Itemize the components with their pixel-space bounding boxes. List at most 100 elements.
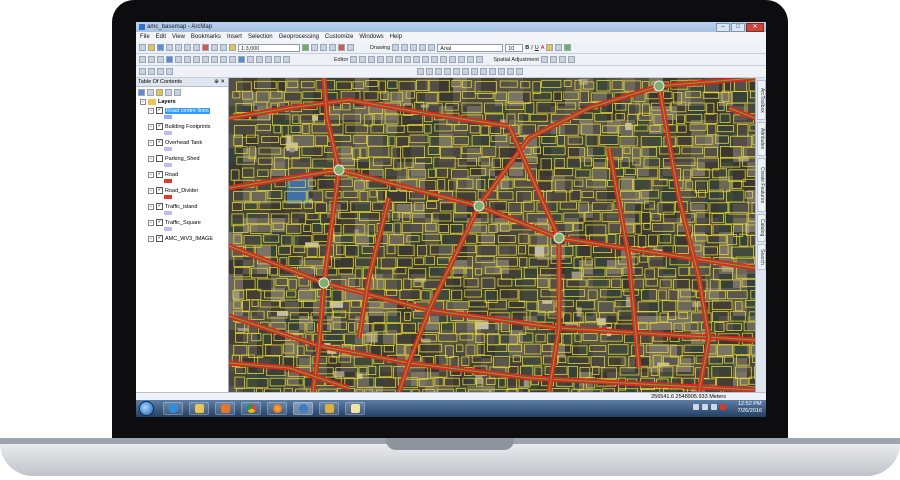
catalog-icon[interactable] [320,44,327,51]
dock-tab-create-features[interactable]: Create Features [757,158,766,212]
layer-visibility-checkbox[interactable]: ✓ [156,203,163,210]
toolbar-tool-icon[interactable] [498,68,505,75]
new-document-icon[interactable] [139,44,146,51]
volume-icon[interactable] [711,404,717,410]
list-by-source-icon[interactable] [147,88,154,96]
taskbar-chrome[interactable] [241,402,261,415]
time-slider-icon[interactable] [283,56,290,63]
start-button[interactable] [139,401,154,416]
toolbar-tool-icon[interactable] [166,68,173,75]
layer-visibility-checkbox[interactable] [156,155,163,162]
reshape-icon[interactable] [413,56,421,63]
minimize-button[interactable]: – [716,23,730,32]
security-icon[interactable] [720,404,726,410]
taskbar-arccatalog[interactable] [319,402,339,415]
layer-name[interactable]: Parking_Shed [165,156,200,162]
layer-visibility-checkbox[interactable]: ✓ [156,107,163,114]
menu-bookmarks[interactable]: Bookmarks [191,32,221,42]
network-icon[interactable] [702,404,708,410]
create-features-icon[interactable] [467,56,475,63]
bold-button[interactable]: B [525,45,529,51]
layer-name[interactable]: Traffic_island [165,204,197,210]
edit-vertices-icon[interactable] [404,56,412,63]
select-elements-icon[interactable] [229,56,236,63]
font-size-select[interactable]: 10 [505,43,524,52]
select-features-icon[interactable] [211,56,218,63]
font-color-button[interactable]: A [541,45,545,51]
toolbar-tool-icon[interactable] [139,68,146,75]
layer-visibility-checkbox[interactable]: ✓ [156,123,163,130]
toc-layer-row[interactable]: − ✓ Road centre lines [148,106,228,115]
collapse-icon[interactable]: − [140,98,146,105]
toolbar-tool-icon[interactable] [489,68,496,75]
dock-tab-attributes[interactable]: Attributes [757,122,766,156]
back-extent-icon[interactable] [193,56,200,63]
toc-layer-row[interactable]: − ✓ Road_Divider [148,186,228,195]
line-color-icon[interactable] [555,44,563,51]
toc-layer-row[interactable]: − Parking_Shed [148,154,228,163]
rotate-icon[interactable] [401,44,409,51]
map-canvas[interactable] [229,78,755,392]
delete-icon[interactable] [202,44,209,51]
layer-name[interactable]: AMC_WV3_IMAGE [165,236,213,242]
toolbar-tool-icon[interactable] [417,68,424,75]
rotate-feature-icon[interactable] [440,56,448,63]
menu-insert[interactable]: Insert [227,32,242,42]
full-extent-icon[interactable] [166,56,173,63]
trace-icon[interactable] [386,56,394,63]
toc-layer-row[interactable]: − ✓ Building Footprints [148,122,228,131]
cut-polygons-icon[interactable] [422,56,430,63]
toolbar-tool-icon[interactable] [148,68,155,75]
layer-name[interactable]: Road [165,172,178,178]
drawing-menu[interactable]: Drawing [370,45,390,51]
html-popup-icon[interactable] [247,56,254,63]
taskbar-file-explorer[interactable] [189,402,209,415]
layer-visibility-checkbox[interactable]: ✓ [156,139,163,146]
pin-icon[interactable]: ⊕ ✕ [214,78,225,86]
search-icon[interactable] [329,44,336,51]
collapse-icon[interactable]: − [148,219,154,226]
pan-icon[interactable] [157,56,164,63]
spatial-adjustment-menu[interactable]: Spatial Adjustment [493,57,539,63]
open-folder-icon[interactable] [148,44,155,51]
table-of-contents-icon[interactable] [311,44,318,51]
attributes-icon[interactable] [449,56,457,63]
zoom-out-icon[interactable] [148,56,155,63]
maximize-button[interactable]: □ [731,23,745,32]
layer-visibility-checkbox[interactable]: ✓ [156,187,163,194]
fill-color-icon[interactable] [546,44,554,51]
cut-icon[interactable] [175,44,182,51]
paste-icon[interactable] [193,44,200,51]
measure-icon[interactable] [256,56,263,63]
text-icon[interactable] [419,44,427,51]
menu-customize[interactable]: Customize [325,32,353,42]
collapse-icon[interactable]: − [148,107,154,114]
map-scale-input[interactable]: 1:3,000 [238,43,300,52]
collapse-icon[interactable]: − [148,235,154,242]
toolbar-tool-icon[interactable] [435,68,442,75]
editor-menu[interactable]: Editor [334,57,348,63]
font-name-select[interactable]: Arial [437,43,504,52]
add-data-icon[interactable] [229,44,236,51]
flag-icon[interactable] [693,404,699,410]
toolbar-tool-icon[interactable] [462,68,469,75]
dock-tab-search[interactable]: Search [757,244,766,270]
undo-icon[interactable] [211,44,218,51]
modify-link-icon[interactable] [558,56,566,63]
zoom-in-icon[interactable] [139,56,146,63]
toolbar-tool-icon[interactable] [444,68,451,75]
adjust-icon[interactable] [476,56,484,63]
menu-geoprocessing[interactable]: Geoprocessing [279,32,319,42]
toolbar-tool-icon[interactable] [453,68,460,75]
multiple-displacement-links-icon[interactable] [567,56,575,63]
italic-button[interactable]: I [531,45,533,51]
taskbar-media-player[interactable] [215,402,235,415]
collapse-icon[interactable]: − [148,203,154,210]
layer-visibility-checkbox[interactable]: ✓ [156,219,163,226]
menu-file[interactable]: File [140,32,150,42]
select-elements-icon[interactable] [540,56,548,63]
clear-selection-icon[interactable] [220,56,227,63]
collapse-icon[interactable]: − [148,123,154,130]
map-view[interactable] [229,78,755,392]
list-by-drawing-order-icon[interactable] [138,88,145,96]
